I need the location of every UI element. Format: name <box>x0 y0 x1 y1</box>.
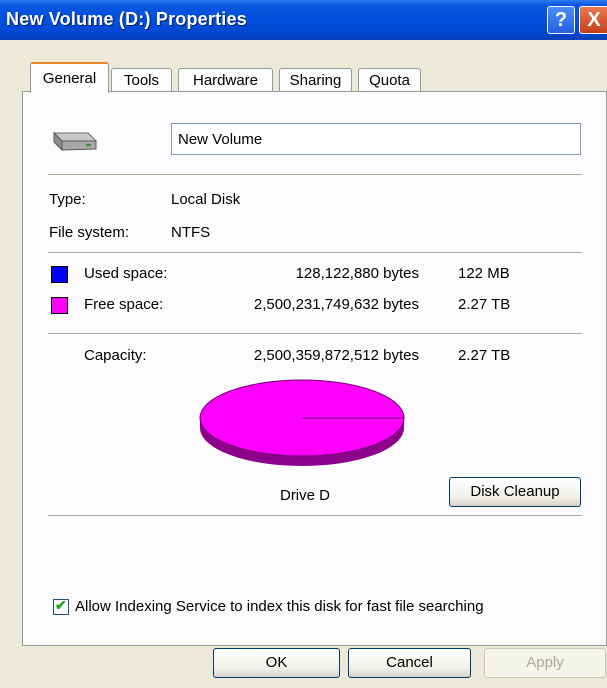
checkmark-icon: ✔ <box>55 597 67 613</box>
free-space-bytes: 2,500,231,749,632 bytes <box>253 296 419 313</box>
file-system-value: NTFS <box>171 224 211 241</box>
disk-cleanup-button[interactable]: Disk Cleanup <box>449 477 581 507</box>
free-space-label: Free space: <box>84 296 164 313</box>
indexing-label[interactable]: Allow Indexing Service to index this dis… <box>75 598 484 615</box>
volume-name-input[interactable] <box>171 123 581 155</box>
indexing-checkbox[interactable]: ✔ <box>53 597 69 615</box>
capacity-size: 2.27 TB <box>458 347 511 364</box>
type-value: Local Disk <box>171 191 241 208</box>
free-space-swatch <box>51 297 68 314</box>
tab-hardware[interactable]: Hardware <box>178 68 273 93</box>
used-space-bytes: 128,122,880 bytes <box>295 265 419 282</box>
used-space-size: 122 MB <box>458 265 510 282</box>
cancel-button[interactable]: Cancel <box>348 648 471 678</box>
divider <box>48 515 582 517</box>
divider <box>48 252 582 254</box>
free-space-size: 2.27 TB <box>458 296 511 313</box>
title-bar[interactable]: New Volume (D:) Properties ? X <box>0 0 607 40</box>
divider <box>48 174 582 176</box>
tab-general[interactable]: General <box>30 62 109 93</box>
tab-tools[interactable]: Tools <box>111 68 172 93</box>
capacity-bytes: 2,500,359,872,512 bytes <box>253 347 419 364</box>
type-label: Type: <box>49 191 86 208</box>
used-space-label: Used space: <box>84 265 168 282</box>
close-button[interactable]: X <box>579 6 607 34</box>
tab-quota[interactable]: Quota <box>358 68 421 93</box>
ok-button[interactable]: OK <box>213 648 340 678</box>
hard-drive-icon <box>52 131 98 152</box>
help-button[interactable]: ? <box>547 6 575 34</box>
used-space-swatch <box>51 266 68 283</box>
drive-label: Drive D <box>279 487 330 504</box>
window-title: New Volume (D:) Properties <box>6 9 247 29</box>
divider <box>48 333 582 335</box>
apply-button[interactable]: Apply <box>484 648 606 678</box>
tab-sharing[interactable]: Sharing <box>279 68 352 93</box>
capacity-label: Capacity: <box>84 347 147 364</box>
file-system-label: File system: <box>49 224 130 241</box>
disk-usage-pie-chart <box>199 379 405 466</box>
